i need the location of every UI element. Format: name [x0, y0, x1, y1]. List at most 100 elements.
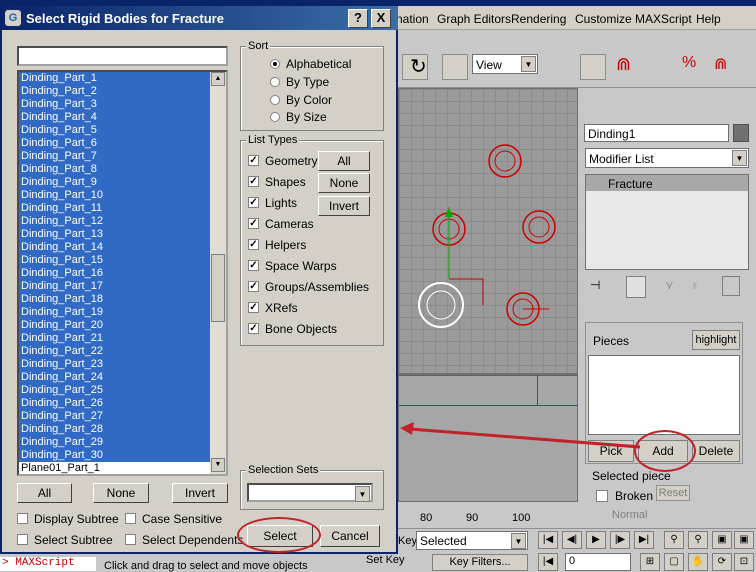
sort-alphabetical-radio[interactable]	[270, 59, 280, 69]
list-item[interactable]: Dinding_Part_8	[19, 163, 226, 176]
reset-button[interactable]: Reset	[656, 485, 690, 501]
case-sensitive-checkbox[interactable]	[125, 513, 136, 524]
search-input[interactable]	[17, 46, 228, 66]
list-item[interactable]: Dinding_Part_26	[19, 397, 226, 410]
list-item[interactable]: Dinding_Part_13	[19, 228, 226, 241]
list-item[interactable]: Dinding_Part_20	[19, 319, 226, 332]
list-type-checkbox[interactable]: ✓	[248, 197, 259, 208]
go-to-start-icon[interactable]: |◀	[538, 531, 558, 549]
selection-sets-dropdown[interactable]: ▼	[247, 483, 373, 502]
list-item[interactable]: Dinding_Part_21	[19, 332, 226, 345]
list-item[interactable]: Dinding_Part_3	[19, 98, 226, 111]
create-tab-icon[interactable]	[584, 92, 610, 118]
list-types-none-button[interactable]: None	[318, 173, 370, 193]
list-item[interactable]: Dinding_Part_19	[19, 306, 226, 319]
current-frame-field[interactable]: 0	[565, 553, 631, 571]
modifier-stack-item[interactable]: Fracture	[586, 175, 748, 191]
modifier-list-dropdown[interactable]: Modifier List ▼	[585, 148, 749, 168]
scrollbar-thumb[interactable]	[211, 254, 225, 322]
zoom-extents-all-icon[interactable]: ▣	[734, 531, 754, 549]
list-type-checkbox[interactable]: ✓	[248, 260, 259, 271]
viewport-top[interactable]	[398, 88, 578, 374]
list-item[interactable]: Dinding_Part_16	[19, 267, 226, 280]
menu-animation[interactable]: nation	[396, 12, 429, 26]
list-item[interactable]: Dinding_Part_28	[19, 423, 226, 436]
list-item[interactable]: Dinding_Part_1	[19, 72, 226, 85]
list-type-checkbox[interactable]: ✓	[248, 239, 259, 250]
list-item[interactable]: Dinding_Part_10	[19, 189, 226, 202]
select-link-button[interactable]	[580, 54, 606, 80]
angle-snap-icon[interactable]	[648, 54, 674, 80]
percent-snap-icon[interactable]: %	[682, 54, 708, 80]
menu-maxscript[interactable]: MAXScript	[635, 12, 692, 26]
arc-rotate-icon[interactable]: ⟳	[712, 553, 732, 571]
object-list[interactable]: Dinding_Part_1 Dinding_Part_2 Dinding_Part…	[17, 70, 228, 476]
hierarchy-tab-icon[interactable]	[640, 92, 666, 118]
set-key-button[interactable]: Set Key	[366, 554, 410, 571]
selection-set-dropdown[interactable]: Selected ▼	[416, 531, 528, 550]
object-name-field[interactable]: Dinding1	[584, 124, 729, 142]
zoom-extents-icon[interactable]: ▣	[712, 531, 732, 549]
list-item[interactable]: Dinding_Part_7	[19, 150, 226, 163]
select-subtree-checkbox[interactable]	[17, 534, 28, 545]
list-item[interactable]: Dinding_Part_6	[19, 137, 226, 150]
pan-icon[interactable]: ✋	[688, 553, 708, 571]
highlight-button[interactable]: highlight	[692, 330, 740, 350]
cancel-button[interactable]: Cancel	[320, 525, 380, 547]
scroll-up-icon[interactable]: ▲	[211, 72, 225, 86]
field-of-view-icon[interactable]: ▢	[664, 553, 684, 571]
modify-tab-icon[interactable]	[612, 92, 638, 118]
list-item[interactable]: Dinding_Part_24	[19, 371, 226, 384]
show-end-result-icon[interactable]	[626, 276, 646, 298]
snap-icon[interactable]: ⋒	[616, 54, 642, 80]
list-item[interactable]: Dinding_Part_11	[19, 202, 226, 215]
sort-by-type-radio[interactable]	[270, 77, 280, 87]
previous-frame-icon[interactable]: ◀|	[562, 531, 582, 549]
menu-help[interactable]: Help	[696, 12, 721, 26]
list-item[interactable]: Dinding_Part_4	[19, 111, 226, 124]
next-frame-icon[interactable]: |▶	[610, 531, 630, 549]
list-item[interactable]: Dinding_Part_18	[19, 293, 226, 306]
list-item[interactable]: Dinding_Part_5	[19, 124, 226, 137]
make-unique-icon[interactable]: ⋎	[665, 278, 683, 296]
maximize-viewport-icon[interactable]: ⊡	[734, 553, 754, 571]
rotate-icon[interactable]: ↻	[410, 54, 436, 80]
utilities-tab-icon[interactable]	[724, 92, 750, 118]
list-item[interactable]: Dinding_Part_17	[19, 280, 226, 293]
motion-tab-icon[interactable]	[668, 92, 694, 118]
spinner-snap-icon[interactable]: ⋒	[714, 54, 740, 80]
pin-stack-icon[interactable]: ⊣	[590, 278, 610, 296]
maxscript-listener[interactable]: > MAXScript	[0, 557, 96, 571]
list-item[interactable]: Dinding_Part_15	[19, 254, 226, 267]
menu-graph-editors[interactable]: Graph Editors	[437, 12, 511, 26]
time-config-icon[interactable]: ⊞	[640, 553, 660, 571]
select-invert-button[interactable]: Invert	[172, 483, 228, 503]
fracture-piece-1[interactable]	[488, 144, 522, 178]
list-item[interactable]: Dinding_Part_27	[19, 410, 226, 423]
fracture-piece-3[interactable]	[522, 210, 556, 244]
remove-modifier-icon[interactable]: ♁	[690, 278, 708, 296]
key-filters-button[interactable]: Key Filters...	[432, 554, 528, 571]
list-item[interactable]: Dinding_Part_29	[19, 436, 226, 449]
list-item[interactable]: Dinding_Part_14	[19, 241, 226, 254]
menu-rendering[interactable]: Rendering	[511, 12, 566, 26]
help-button[interactable]: ?	[348, 9, 368, 28]
configure-sets-icon[interactable]	[722, 276, 740, 296]
play-icon[interactable]: ▶	[586, 531, 606, 549]
sort-by-size-radio[interactable]	[270, 112, 280, 122]
list-item[interactable]: Plane01_Part_1	[19, 462, 226, 474]
zoom-all-icon[interactable]: ⚲	[688, 531, 708, 549]
sort-by-color-radio[interactable]	[270, 95, 280, 105]
list-item[interactable]: Dinding_Part_22	[19, 345, 226, 358]
object-color-swatch[interactable]	[733, 124, 749, 142]
list-item[interactable]: Dinding_Part_25	[19, 384, 226, 397]
list-item[interactable]: Dinding_Part_9	[19, 176, 226, 189]
select-none-button[interactable]: None	[93, 483, 149, 503]
list-types-all-button[interactable]: All	[318, 151, 370, 171]
display-subtree-checkbox[interactable]	[17, 513, 28, 524]
menu-customize[interactable]: Customize	[575, 12, 632, 26]
go-to-end-icon[interactable]: ▶|	[634, 531, 654, 549]
list-item[interactable]: Dinding_Part_30	[19, 449, 226, 462]
select-all-button[interactable]: All	[17, 483, 72, 503]
list-item[interactable]: Dinding_Part_2	[19, 85, 226, 98]
